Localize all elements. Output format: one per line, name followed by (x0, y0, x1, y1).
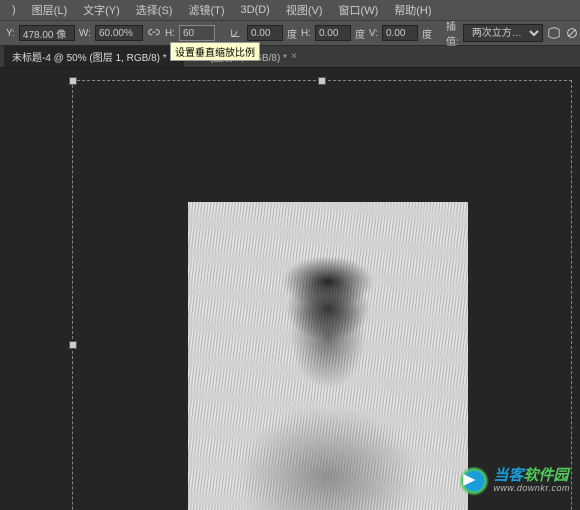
menu-item-help[interactable]: 帮助(H) (386, 2, 439, 18)
angle-icon (229, 26, 243, 40)
tab-label: 未标题-4 @ 50% (图层 1, RGB/8) * (12, 49, 167, 64)
canvas-area[interactable]: 当客软件园 www.downkr.com (0, 68, 580, 510)
angle-label: 度 (287, 26, 297, 41)
v-label: V: (369, 28, 378, 39)
h-input[interactable] (179, 25, 215, 41)
menu-item-filter[interactable]: 滤镜(T) (180, 2, 232, 18)
w-input[interactable] (95, 25, 143, 41)
skew-v-input[interactable] (382, 25, 418, 41)
menu-item-view[interactable]: 视图(V) (278, 2, 331, 18)
menu-bar: ) 图层(L) 文字(Y) 选择(S) 滤镜(T) 3D(D) 视图(V) 窗口… (0, 0, 580, 20)
menu-item-window[interactable]: 窗口(W) (331, 2, 387, 18)
transform-handle[interactable] (69, 77, 77, 85)
tab-document-1[interactable]: 未标题-4 @ 50% (图层 1, RGB/8) * × (4, 46, 184, 67)
close-icon[interactable]: × (291, 51, 297, 62)
h2-label: H: (301, 28, 311, 39)
skew-h-input[interactable] (315, 25, 351, 41)
watermark-logo-icon (459, 466, 489, 496)
w-label: W: (79, 28, 91, 39)
document-tabs: 未标题-4 @ 50% (图层 1, RGB/8) * × 7% (图层 2, … (0, 46, 580, 68)
angle2-label: 度 (355, 26, 365, 41)
watermark-brand: 当客软件园 (493, 468, 570, 485)
angle3-label: 度 (422, 26, 432, 41)
menu-item-3d[interactable]: 3D(D) (233, 4, 278, 16)
options-bar: Y: W: H: 度 H: 度 V: 度 插值: 两次立方… (0, 20, 580, 46)
menu-item-layer[interactable]: 图层(L) (24, 2, 75, 18)
menu-item-select[interactable]: 选择(S) (128, 2, 181, 18)
warp-icon[interactable] (547, 26, 561, 40)
y-input[interactable] (19, 25, 75, 41)
watermark: 当客软件园 www.downkr.com (459, 466, 570, 496)
menu-item-edge[interactable]: ) (4, 4, 24, 16)
rotate-input[interactable] (247, 25, 283, 41)
image-content (188, 202, 468, 510)
interp-label: 插值: (446, 18, 459, 48)
cancel-icon[interactable] (565, 26, 579, 40)
y-label: Y: (6, 28, 15, 39)
transform-handle[interactable] (69, 341, 77, 349)
transform-handle[interactable] (318, 77, 326, 85)
watermark-text: 当客软件园 www.downkr.com (493, 468, 570, 494)
interp-select[interactable]: 两次立方… (463, 24, 543, 42)
menu-item-type[interactable]: 文字(Y) (75, 2, 128, 18)
tooltip: 设置垂直缩放比例 (170, 42, 260, 61)
document-canvas[interactable] (188, 202, 468, 510)
watermark-url: www.downkr.com (493, 484, 570, 494)
halftone-lines (188, 202, 468, 510)
h-label: H: (165, 28, 175, 39)
link-icon[interactable] (147, 26, 161, 40)
